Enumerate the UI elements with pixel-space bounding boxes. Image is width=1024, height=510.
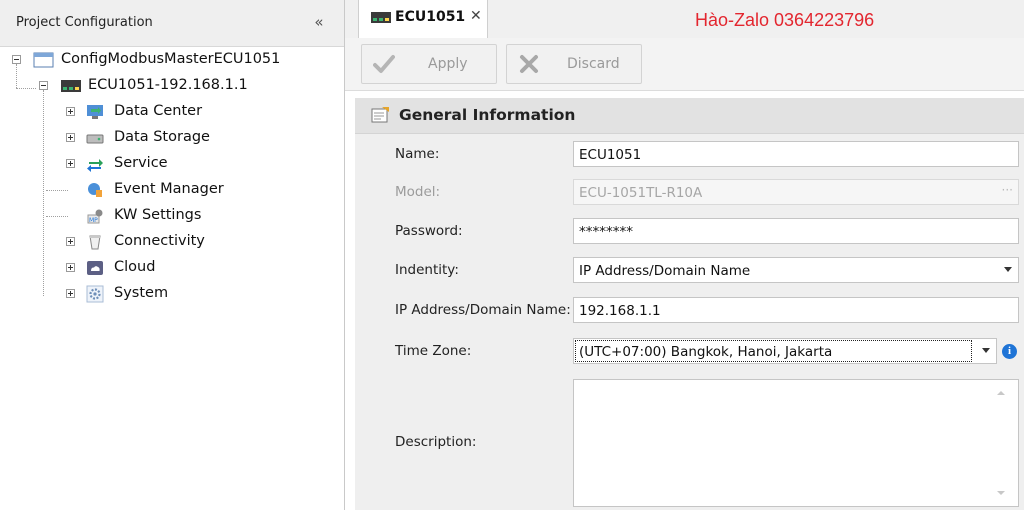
model-field: ECU-1051TL-R10A ··· xyxy=(573,179,1019,205)
editor-toolbar: Apply Discard xyxy=(345,38,1024,91)
scroll-up-icon[interactable] xyxy=(997,391,1005,395)
expand-toggle-icon[interactable] xyxy=(66,159,75,168)
expand-toggle-icon[interactable] xyxy=(66,107,75,116)
collapse-panel-button[interactable]: « xyxy=(308,11,330,33)
ip-address-label: IP Address/Domain Name: xyxy=(395,302,571,318)
name-value: ECU1051 xyxy=(579,147,642,163)
tree-item-root-project[interactable]: ConfigModbusMasterECU1051 xyxy=(0,48,300,72)
watermark-text: Hào-Zalo 0364223796 xyxy=(695,10,875,30)
connectivity-icon xyxy=(89,235,101,250)
tree-item-data-center[interactable]: Data Center xyxy=(0,100,300,124)
tree-item-label: Cloud xyxy=(114,259,156,275)
ip-address-field[interactable]: 192.168.1.1 xyxy=(573,297,1019,323)
model-value: ECU-1051TL-R10A xyxy=(579,185,703,201)
device-icon xyxy=(371,12,391,23)
tree-item-label: Service xyxy=(114,155,168,171)
password-value: ******** xyxy=(579,224,633,240)
name-field[interactable]: ECU1051 xyxy=(573,141,1019,167)
document-tab-strip: ECU1051 ✕ Hào-Zalo 0364223796 xyxy=(345,0,1024,38)
discard-button[interactable]: Discard xyxy=(506,44,642,84)
panel-header: Project Configuration « xyxy=(0,0,344,47)
name-label: Name: xyxy=(395,146,440,162)
time-zone-label: Time Zone: xyxy=(395,343,472,359)
discard-label: Discard xyxy=(567,56,620,72)
tree-item-event-manager[interactable]: Event Manager xyxy=(0,178,300,202)
tree-item-service[interactable]: Service xyxy=(0,152,300,176)
focus-outline: (UTC+07:00) Bangkok, Hanoi, Jakarta xyxy=(575,340,972,362)
model-label: Model: xyxy=(395,184,441,200)
tree-item-label: ECU1051-192.168.1.1 xyxy=(88,77,248,93)
apply-button[interactable]: Apply xyxy=(361,44,497,84)
close-tab-icon[interactable]: ✕ xyxy=(470,8,482,24)
tree-item-label: Data Storage xyxy=(114,129,210,145)
tree-item-connectivity[interactable]: Connectivity xyxy=(0,230,300,254)
tree-item-label: ConfigModbusMasterECU1051 xyxy=(61,51,281,67)
svg-text:MP: MP xyxy=(89,217,98,224)
collapse-toggle-icon[interactable] xyxy=(39,81,48,90)
service-arrows-icon xyxy=(87,159,103,172)
section-header[interactable]: General Information xyxy=(355,98,1024,134)
tree-item-system[interactable]: System xyxy=(0,282,300,306)
properties-icon xyxy=(371,107,389,123)
collapse-toggle-icon[interactable] xyxy=(12,55,21,64)
browse-ellipsis-icon: ··· xyxy=(1001,183,1013,197)
info-icon[interactable]: i xyxy=(1002,344,1017,359)
tree-item-kw-settings[interactable]: MP KW Settings xyxy=(0,204,300,228)
identity-label: Indentity: xyxy=(395,262,459,278)
tree-item-label: System xyxy=(114,285,169,301)
tree-item-data-storage[interactable]: Data Storage xyxy=(0,126,300,150)
tree-item-device[interactable]: ECU1051-192.168.1.1 xyxy=(0,74,300,98)
tab-ecu1051[interactable]: ECU1051 ✕ xyxy=(358,0,488,38)
discard-x-icon xyxy=(520,55,538,73)
time-zone-select[interactable]: (UTC+07:00) Bangkok, Hanoi, Jakarta xyxy=(573,338,997,364)
checkmark-icon xyxy=(373,55,395,73)
expand-toggle-icon[interactable] xyxy=(66,133,75,142)
expand-toggle-icon[interactable] xyxy=(66,289,75,298)
tree-item-label: Data Center xyxy=(114,103,203,119)
expand-toggle-icon[interactable] xyxy=(66,263,75,272)
kw-settings-icon: MP xyxy=(87,209,103,224)
general-information-section: General Information Name: ECU1051 Model:… xyxy=(355,98,1024,510)
identity-value: IP Address/Domain Name xyxy=(579,263,751,279)
tree-item-cloud[interactable]: Cloud xyxy=(0,256,300,280)
dropdown-arrow-icon[interactable] xyxy=(1004,267,1012,272)
apply-label: Apply xyxy=(428,56,468,72)
tree-item-label: Event Manager xyxy=(114,181,224,197)
hard-drive-icon xyxy=(86,134,104,144)
password-field[interactable]: ******** xyxy=(573,218,1019,244)
device-icon xyxy=(61,80,81,92)
project-configuration-panel: Project Configuration « ConfigModbusMast… xyxy=(0,0,345,510)
dropdown-arrow-icon[interactable] xyxy=(982,348,990,353)
time-zone-value: (UTC+07:00) Bangkok, Hanoi, Jakarta xyxy=(579,344,833,360)
event-manager-icon xyxy=(88,183,102,197)
data-center-icon xyxy=(87,105,103,119)
description-textarea[interactable] xyxy=(573,379,1019,507)
panel-title: Project Configuration xyxy=(16,15,153,30)
tree-item-label: Connectivity xyxy=(114,233,205,249)
project-window-icon xyxy=(33,52,54,68)
section-title: General Information xyxy=(399,106,576,124)
tree-item-label: KW Settings xyxy=(114,207,202,223)
system-gear-icon xyxy=(86,285,104,303)
expand-toggle-icon[interactable] xyxy=(66,237,75,246)
ip-address-value: 192.168.1.1 xyxy=(579,303,661,319)
cloud-icon xyxy=(87,261,103,275)
tab-label: ECU1051 xyxy=(395,9,466,25)
scroll-down-icon[interactable] xyxy=(997,491,1005,495)
identity-select[interactable]: IP Address/Domain Name xyxy=(573,257,1019,283)
password-label: Password: xyxy=(395,223,463,239)
description-label: Description: xyxy=(395,434,477,450)
